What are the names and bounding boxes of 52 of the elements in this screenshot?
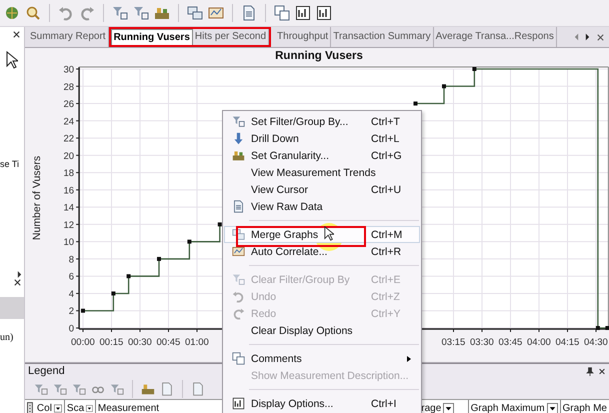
axis-tick-label: 18 xyxy=(64,168,74,180)
axis-tick-label: 2 xyxy=(68,306,74,318)
axis-tick-label: 16 xyxy=(64,185,74,196)
axis-tick-label: 8 xyxy=(68,254,74,266)
axis-tick-label: 22 xyxy=(64,134,74,145)
panel-title: Legend xyxy=(28,365,65,377)
menu-item[interactable]: Set Filter/Group By... Ctrl+T xyxy=(224,113,420,130)
menu-item[interactable]: Auto Correlate... Ctrl+R xyxy=(224,243,420,260)
axis-tick-label: 0 xyxy=(68,324,74,334)
axis-tick-label: 00:30 xyxy=(128,337,152,348)
axis-tick-label: 04:30 xyxy=(584,337,608,348)
panel-label: se Ti xyxy=(0,159,20,169)
tab[interactable]: Transaction Summary xyxy=(331,27,434,47)
axis-tick-label: 24 xyxy=(64,116,74,128)
menu-item[interactable]: Set Granularity... Ctrl+G xyxy=(224,147,420,164)
tab[interactable]: Summary Report xyxy=(28,27,109,47)
axis-tick-label: 00:45 xyxy=(156,337,180,348)
axis-tick-label: 12 xyxy=(64,220,74,231)
axis-tick-label: 14 xyxy=(64,202,74,214)
axis-tick-label: 03:30 xyxy=(470,337,494,348)
tab[interactable]: Average Transa...Respons xyxy=(434,27,557,47)
menu-item[interactable]: Display Options... Ctrl+I xyxy=(224,395,420,412)
menu-item[interactable]: Drill Down Ctrl+L xyxy=(224,130,420,147)
axis-tick-label: 01:00 xyxy=(185,337,209,348)
column-header[interactable]: Sca xyxy=(64,400,96,413)
menu-item[interactable]: View Cursor Ctrl+U xyxy=(224,181,420,198)
axis-tick-label: 26 xyxy=(64,99,74,110)
tab[interactable]: Throughput xyxy=(275,27,332,47)
axis-tick-label: 00:00 xyxy=(71,337,95,348)
axis-tick-label: 00:15 xyxy=(100,337,124,348)
axis-tick-label: 28 xyxy=(64,82,74,93)
axis-title: Number of Vusers xyxy=(31,156,43,240)
panel-label: un) xyxy=(0,332,14,343)
menu-item[interactable]: Clear Display Options xyxy=(224,322,420,339)
tab[interactable]: Hits per Second xyxy=(192,29,270,45)
axis-tick-label: 30 xyxy=(64,64,74,76)
menu-item[interactable]: View Measurement Trends xyxy=(224,164,420,181)
axis-tick-label: 03:45 xyxy=(498,337,522,348)
axis-tick-label: 04:00 xyxy=(527,337,551,348)
column-header[interactable]: Graph Maximum xyxy=(468,400,561,413)
menu-item[interactable]: Comments xyxy=(224,350,420,367)
axis-tick-label: 04:15 xyxy=(556,337,580,348)
menu-item[interactable]: View Raw Data xyxy=(224,198,420,215)
axis-tick-label: 10 xyxy=(64,237,74,248)
axis-tick-label: 03:15 xyxy=(442,337,466,348)
chart-title: Running Vusers xyxy=(275,50,363,62)
axis-tick-label: 20 xyxy=(64,150,74,162)
column-header[interactable]: Col xyxy=(34,400,65,413)
tab[interactable]: Running Vusers xyxy=(110,29,193,45)
axis-tick-label: 4 xyxy=(68,288,74,300)
axis-tick-label: 6 xyxy=(68,272,74,283)
column-header[interactable]: Graph Me xyxy=(560,400,609,413)
